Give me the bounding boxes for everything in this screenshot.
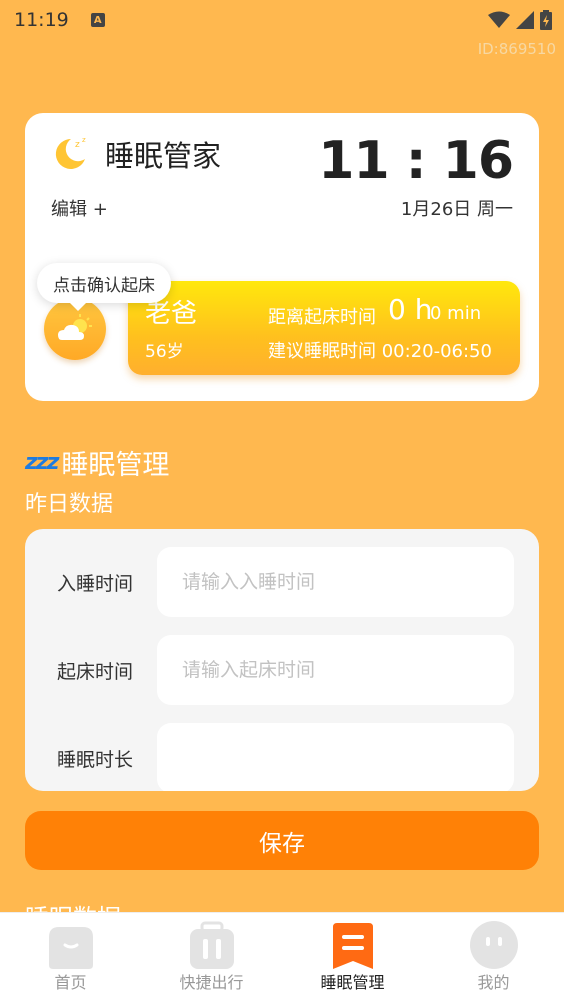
app-title: 睡眠管家 [105, 139, 222, 173]
tab-travel[interactable]: 快捷出行 [141, 913, 282, 1002]
tab-sleep[interactable]: 睡眠管理 [282, 913, 423, 1002]
sleep-time-input[interactable] [157, 547, 514, 617]
svg-text:z: z [75, 140, 80, 150]
profile-face-icon [469, 921, 518, 969]
bottom-tab-bar: 首页 快捷出行 睡眠管理 我的 [0, 912, 564, 1002]
status-time: 11:19 [14, 9, 69, 31]
confirm-wake-tooltip: 点击确认起床 [37, 263, 171, 311]
status-bar: 11:19 A [0, 0, 564, 40]
member-banner[interactable]: 老爸 56岁 距离起床时间 0 h 0 min 建议睡眠时间 00:20-06:… [128, 281, 520, 375]
home-icon [48, 927, 93, 969]
sleep-form: 入睡时间 起床时间 睡眠时长 [25, 529, 539, 791]
partly-cloudy-icon [58, 314, 92, 340]
tab-sleep-label: 睡眠管理 [320, 973, 385, 992]
sleep-header-card: z z 睡眠管家 11 : 16 编辑 + 1月26日 周一 老爸 56岁 距离… [25, 113, 539, 401]
wake-time-label: 起床时间 [57, 661, 134, 683]
clock: 11 : 16 [318, 131, 514, 191]
battery-icon [540, 10, 552, 30]
tab-home-label: 首页 [54, 973, 87, 992]
sleep-time-label: 入睡时间 [57, 573, 134, 595]
wake-minutes: 0 min [430, 303, 482, 324]
moon-icon: z z [55, 136, 86, 169]
luggage-icon [189, 921, 234, 969]
tab-home[interactable]: 首页 [0, 913, 141, 1002]
wifi-icon [488, 11, 510, 28]
edit-button[interactable]: 编辑 + [51, 195, 108, 221]
suggested-sleep-time: 建议睡眠时间 00:20-06:50 [268, 341, 492, 362]
save-button[interactable]: 保存 [25, 811, 539, 870]
zzz-icon: zzz [25, 450, 59, 475]
tab-me-label: 我的 [477, 973, 510, 992]
duration-input[interactable] [157, 723, 514, 791]
signal-icon [516, 11, 534, 29]
duration-label: 睡眠时长 [57, 749, 134, 771]
device-id: ID:869510 [477, 40, 556, 58]
date-text: 1月26日 周一 [400, 199, 513, 220]
section-title: zzz 睡眠管理 [25, 443, 169, 482]
tab-me[interactable]: 我的 [423, 913, 564, 1002]
a-icon: A [90, 13, 105, 27]
svg-text:z: z [82, 136, 86, 144]
wake-time-input[interactable] [157, 635, 514, 705]
wake-countdown-label: 距离起床时间 [268, 307, 376, 328]
tab-travel-label: 快捷出行 [179, 973, 244, 992]
wake-time-row: 起床时间 [25, 635, 539, 705]
member-age: 56岁 [145, 342, 184, 362]
sleep-menu-icon [332, 923, 373, 969]
subsection-title: 昨日数据 [25, 492, 114, 517]
section-title-text: 睡眠管理 [61, 450, 170, 481]
wake-hours: 0 h [388, 293, 433, 326]
sleep-time-row: 入睡时间 [25, 547, 539, 617]
duration-row: 睡眠时长 [25, 723, 539, 791]
status-icons [488, 10, 552, 30]
